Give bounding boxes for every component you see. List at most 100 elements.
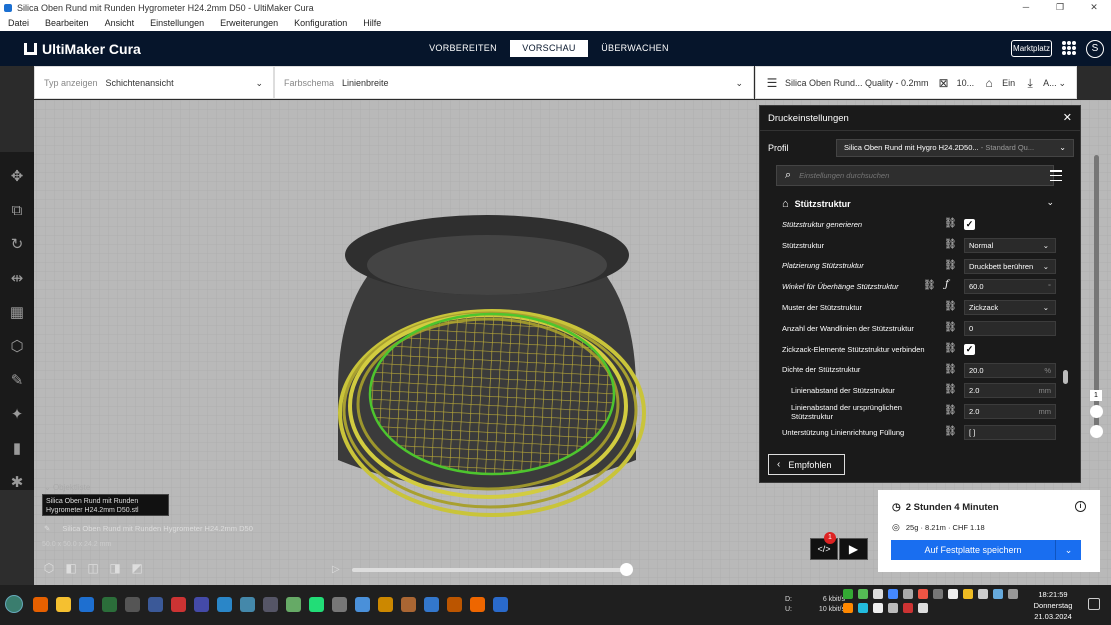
object-name-row[interactable]: ✎ Silica Oben Rund mit Runden Hygrometer… (44, 524, 253, 533)
tray-icon[interactable] (933, 589, 943, 599)
function-icon[interactable]: ƒ (945, 279, 949, 290)
app-icon[interactable] (447, 597, 462, 612)
save-options-dropdown[interactable]: ⌄ (1055, 540, 1081, 560)
minimize-button[interactable]: ─ (1009, 0, 1043, 15)
tray-icon[interactable] (978, 589, 988, 599)
measure-tool-icon[interactable]: ✎ (7, 371, 27, 391)
setting-input[interactable]: [ ] (964, 424, 1056, 440)
app-icon[interactable] (401, 597, 416, 612)
app-icon[interactable] (355, 597, 370, 612)
setting-input[interactable]: 2.0 mm (964, 383, 1056, 399)
tray-icon[interactable] (963, 589, 973, 599)
setting-checkbox[interactable]: ✓ (964, 343, 975, 355)
save-to-disk-button[interactable]: Auf Festplatte speichern (891, 540, 1055, 560)
app-icon[interactable] (378, 597, 393, 612)
settings-search[interactable]: ⌕ Einstellungen durchsuchen (776, 165, 1054, 186)
tab-vorschau[interactable]: VORSCHAU (510, 40, 588, 57)
tray-icon[interactable] (1008, 589, 1018, 599)
pencil-icon[interactable]: ✎ (44, 524, 50, 533)
app-icon[interactable] (332, 597, 347, 612)
tray-icon[interactable] (888, 603, 898, 613)
menu-bearbeiten[interactable]: Bearbeiten (37, 18, 97, 28)
link-icon[interactable]: ⛓ (944, 260, 957, 271)
support-blocker-icon[interactable]: ⬡ (7, 337, 27, 357)
object-list-toggle[interactable]: ⌄ Objektliste (44, 483, 90, 492)
link-icon[interactable]: ⛓ (923, 280, 936, 291)
setting-input[interactable]: 0 (964, 320, 1056, 336)
layer-slider-lower-handle[interactable] (1090, 425, 1103, 438)
tray-icon[interactable] (873, 589, 883, 599)
tray-icon[interactable] (858, 603, 868, 613)
link-icon[interactable]: ⛓ (944, 364, 957, 375)
link-icon[interactable]: ⛓ (944, 322, 957, 333)
view-left-icon[interactable]: ◨ (108, 561, 122, 575)
app-icon[interactable] (263, 597, 278, 612)
link-icon[interactable]: ⛓ (944, 405, 957, 416)
volume-icon[interactable] (918, 603, 928, 613)
tray-icon[interactable] (993, 589, 1003, 599)
setting-input[interactable]: 2.0 mm (964, 404, 1056, 420)
tray-icon[interactable] (903, 589, 913, 599)
menu-datei[interactable]: Datei (0, 18, 37, 28)
close-window-button[interactable]: ✕ (1077, 0, 1111, 15)
view-front-icon[interactable]: ◧ (64, 561, 78, 575)
app-icon[interactable] (148, 597, 163, 612)
settings-scrollbar[interactable] (1063, 370, 1068, 384)
tab-vorbereiten[interactable]: VORBEREITEN (424, 40, 502, 57)
layer-slider-track[interactable] (1094, 155, 1099, 430)
app-icon[interactable] (171, 597, 186, 612)
app-icon[interactable] (470, 597, 485, 612)
setting-select[interactable]: Normal ⌄ (964, 237, 1056, 253)
view-type-select[interactable]: Typ anzeigen Schichtenansicht ⌄ (34, 66, 274, 99)
search-input[interactable]: Einstellungen durchsuchen (799, 171, 889, 180)
app-icon[interactable] (286, 597, 301, 612)
outlook-icon[interactable] (79, 597, 94, 612)
cura-taskbar-icon[interactable] (493, 597, 508, 612)
arrange-tool-icon[interactable]: ✱ (7, 473, 27, 493)
link-icon[interactable]: ⛓ (944, 239, 957, 250)
play-icon[interactable]: ▶ (839, 538, 868, 560)
account-avatar[interactable]: S (1086, 40, 1104, 58)
link-icon[interactable]: ⛓ (944, 426, 957, 437)
link-icon[interactable]: ⛓ (944, 301, 957, 312)
mirror-tool-icon[interactable]: ⇹ (7, 269, 27, 289)
tab-ueberwachen[interactable]: ÜBERWACHEN (596, 40, 674, 57)
apps-grid-icon[interactable] (1062, 41, 1076, 55)
category-header-support[interactable]: ⌂ Stützstruktur ⌄ (782, 196, 1054, 212)
tray-icon[interactable] (888, 589, 898, 599)
explorer-icon[interactable] (56, 597, 71, 612)
app-icon[interactable] (424, 597, 439, 612)
menu-ansicht[interactable]: Ansicht (97, 18, 143, 28)
rotate-tool-icon[interactable]: ↻ (7, 235, 27, 255)
excel-icon[interactable] (102, 597, 117, 612)
setting-checkbox[interactable]: ✓ (964, 219, 975, 230)
tray-icon[interactable] (903, 603, 913, 613)
marketplace-button[interactable]: Marktplatz (1011, 40, 1052, 57)
menu-erweiterungen[interactable]: Erweiterungen (212, 18, 286, 28)
cylinder-tool-icon[interactable]: ▮ (7, 439, 27, 459)
view-3d-icon[interactable]: ⬡ (42, 561, 56, 575)
tray-icon[interactable] (918, 589, 928, 599)
layer-slider-upper-handle[interactable] (1090, 405, 1103, 418)
simulation-slider-track[interactable] (352, 568, 626, 572)
close-icon[interactable]: ✕ (1063, 111, 1072, 124)
print-settings-summary[interactable]: ☰ Silica Oben Rund... Quality - 0.2mm ⊠ … (755, 66, 1077, 99)
simulation-play-icon[interactable]: ▷ (332, 564, 340, 575)
app-icon[interactable] (240, 597, 255, 612)
move-tool-icon[interactable]: ✥ (7, 167, 27, 187)
setting-input[interactable]: 20.0% (964, 362, 1056, 378)
menu-hilfe[interactable]: Hilfe (355, 18, 389, 28)
link-icon[interactable]: ⛓ (944, 384, 957, 395)
tray-icon[interactable] (843, 589, 853, 599)
app-icon[interactable] (217, 597, 232, 612)
app-icon[interactable] (125, 597, 140, 612)
maximize-button[interactable]: ❐ (1043, 0, 1077, 15)
tray-icon[interactable] (873, 603, 883, 613)
view-top-icon[interactable]: ◫ (86, 561, 100, 575)
start-button[interactable] (5, 595, 23, 613)
scale-tool-icon[interactable]: ⧉ (7, 201, 27, 221)
per-model-settings-icon[interactable]: ▦ (7, 303, 27, 323)
hamburger-menu-icon[interactable] (1050, 170, 1062, 181)
paint-tool-icon[interactable]: ✦ (7, 405, 27, 425)
color-scheme-select[interactable]: Farbschema Linienbreite ⌄ (274, 66, 754, 99)
